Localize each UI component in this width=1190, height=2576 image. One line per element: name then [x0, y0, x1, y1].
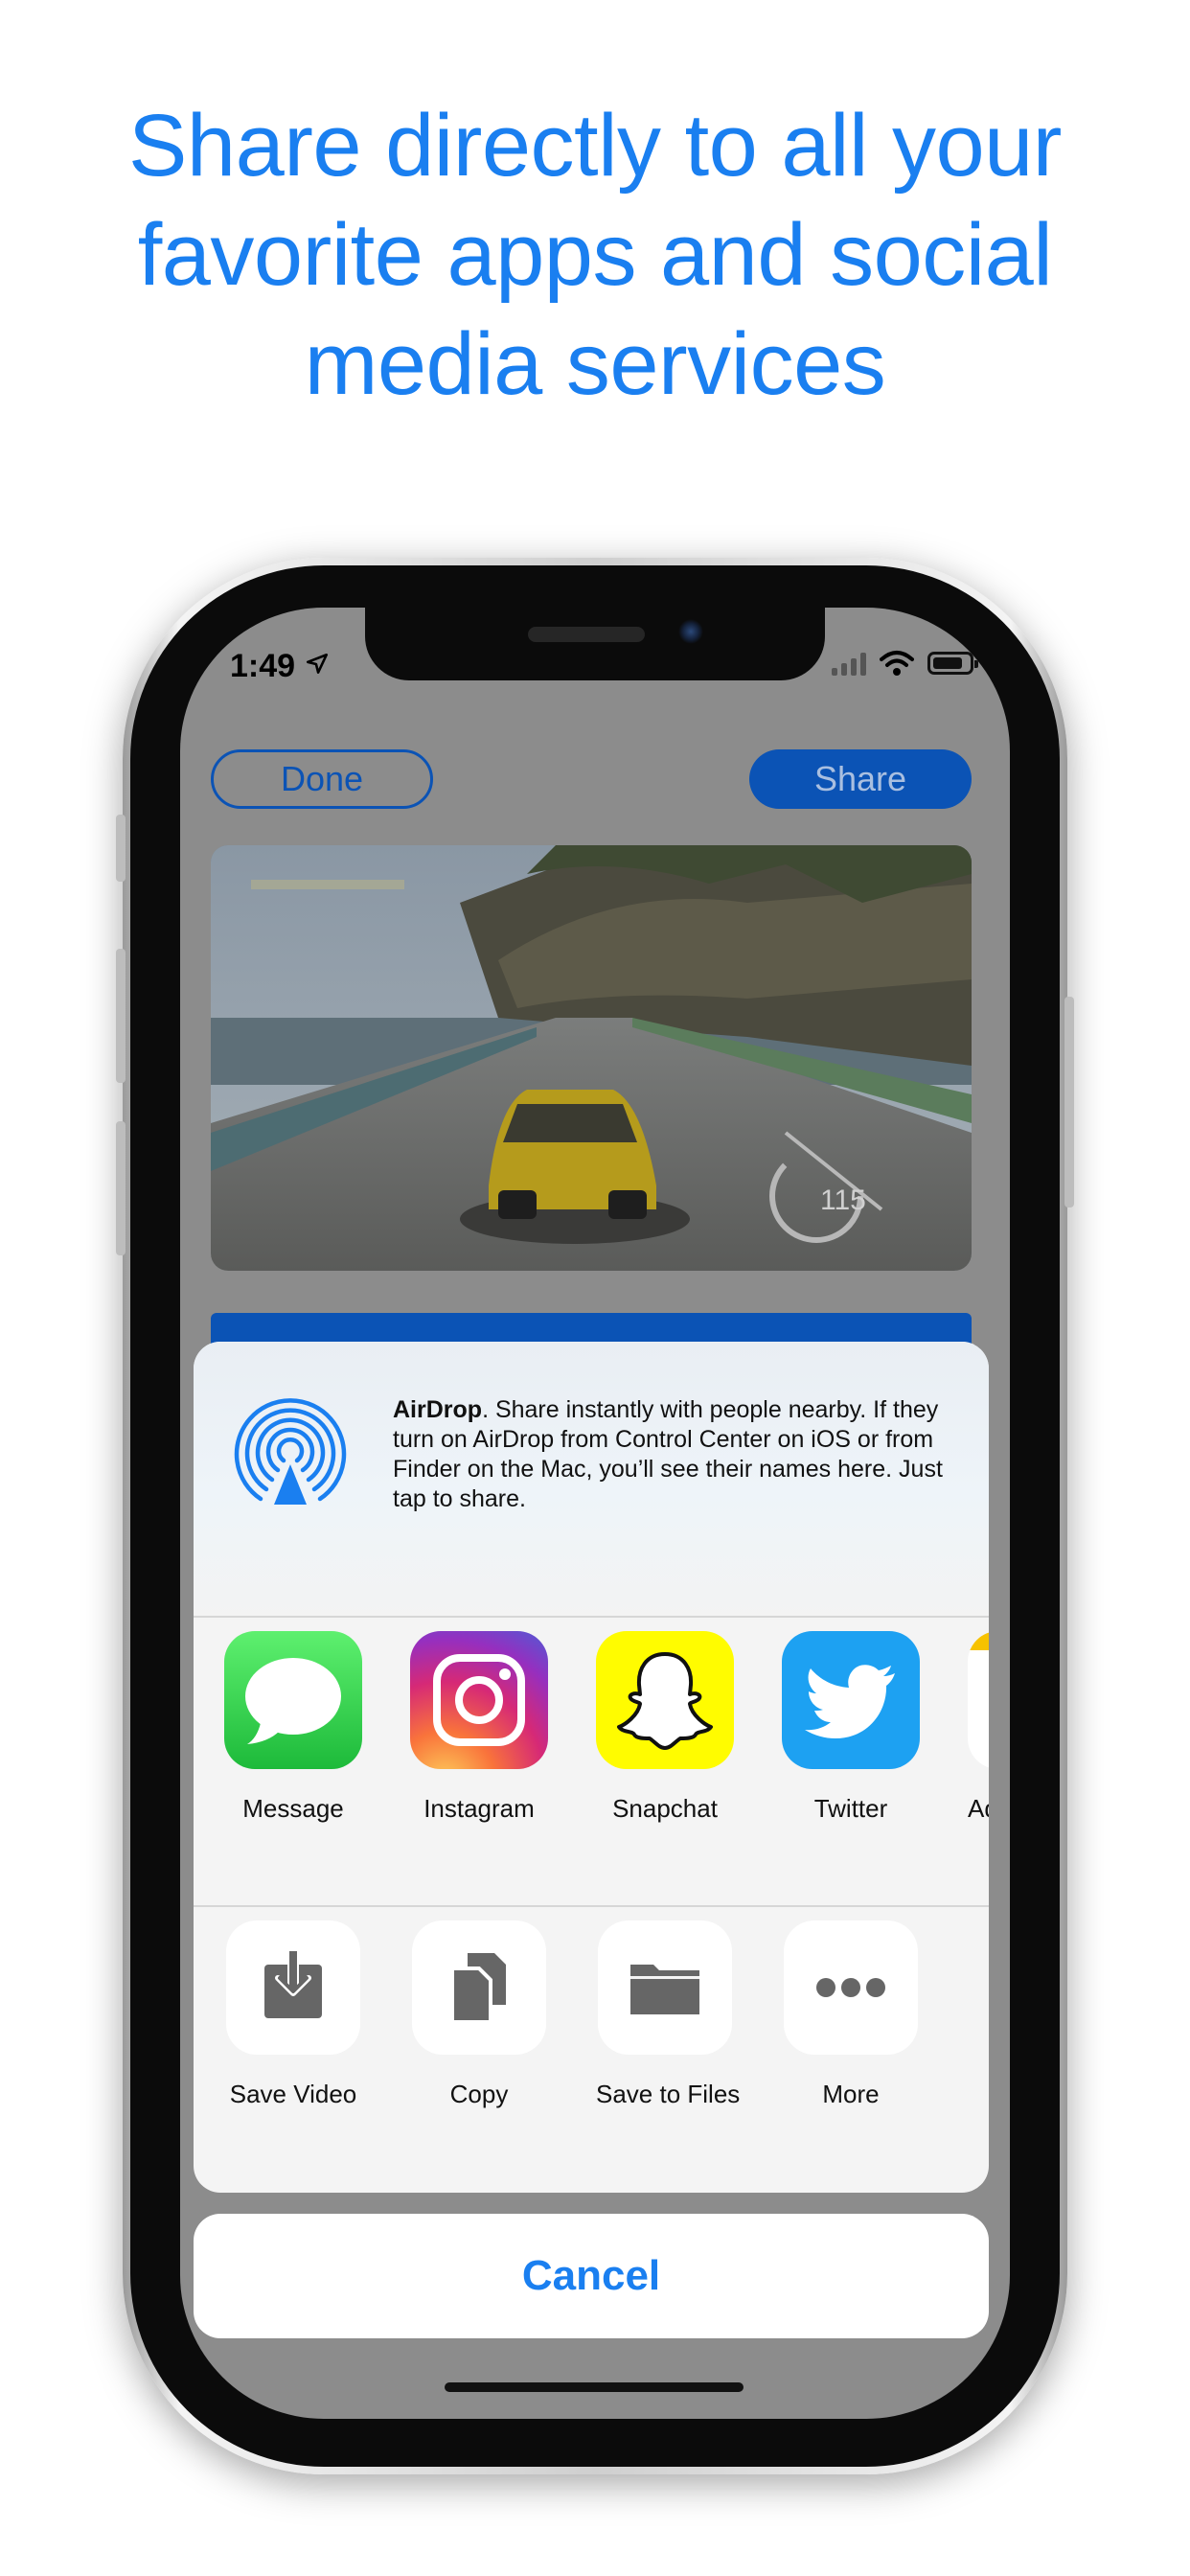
- cancel-label: Cancel: [521, 2252, 661, 2299]
- notes-icon: [968, 1631, 989, 1769]
- divider: [194, 1616, 989, 1618]
- mute-switch: [116, 815, 126, 882]
- headline-line-3: media services: [304, 315, 886, 413]
- action-label: Save Video: [229, 2080, 357, 2108]
- share-app-instagram[interactable]: Instagram: [410, 1631, 548, 1824]
- airdrop-section[interactable]: AirDrop. Share instantly with people nea…: [194, 1342, 989, 1618]
- headline: Share directly to all your favorite apps…: [0, 91, 1190, 419]
- wifi-icon: [880, 651, 914, 676]
- divider: [194, 1905, 989, 1907]
- cellular-signal-icon: [832, 651, 866, 676]
- earpiece-speaker: [528, 627, 645, 642]
- power-button: [1064, 997, 1074, 1208]
- share-app-label: Instagram: [423, 1794, 535, 1823]
- twitter-icon: [782, 1631, 920, 1769]
- location-arrow-icon: [306, 653, 329, 674]
- svg-text:115: 115: [820, 1184, 866, 1216]
- front-camera: [678, 619, 703, 644]
- share-app-label: Ad: [968, 1794, 989, 1823]
- more-icon: [784, 1920, 918, 2055]
- action-label: Copy: [449, 2080, 509, 2108]
- action-label: Save to Files: [596, 2080, 741, 2108]
- racing-game-image: 115: [211, 845, 972, 1271]
- headline-line-2: favorite apps and social: [137, 206, 1053, 304]
- status-time: 1:49: [230, 648, 296, 684]
- action-save-to-files[interactable]: Save to Files: [596, 1920, 741, 2109]
- share-app-notes[interactable]: Ad: [968, 1631, 989, 1824]
- airdrop-title: AirDrop: [393, 1396, 483, 1423]
- action-save-video[interactable]: Save Video: [224, 1920, 362, 2109]
- save-video-icon: [226, 1920, 360, 2055]
- share-apps-row: Message Instagram Snapchat Twitter A: [194, 1631, 989, 1869]
- headline-line-1: Share directly to all your: [128, 97, 1062, 195]
- home-indicator[interactable]: [445, 2382, 744, 2392]
- status-indicators: [832, 650, 978, 677]
- share-app-twitter[interactable]: Twitter: [782, 1631, 920, 1824]
- volume-up-button: [116, 949, 126, 1083]
- share-app-snapchat[interactable]: Snapchat: [596, 1631, 734, 1824]
- done-button[interactable]: Done: [211, 749, 433, 809]
- phone-screen: 1:49 Done Share 115 AirDrop. Share insta…: [180, 608, 1010, 2419]
- action-label: More: [822, 2080, 880, 2108]
- snapchat-icon: [596, 1631, 734, 1769]
- folder-icon: [598, 1920, 732, 2055]
- share-app-label: Message: [242, 1794, 344, 1823]
- share-button[interactable]: Share: [749, 749, 972, 809]
- share-app-label: Twitter: [813, 1794, 888, 1823]
- airdrop-icon: [234, 1398, 347, 1505]
- share-app-message[interactable]: Message: [224, 1631, 362, 1824]
- action-copy[interactable]: Copy: [410, 1920, 548, 2109]
- cancel-button[interactable]: Cancel: [194, 2214, 989, 2338]
- battery-icon: [927, 652, 978, 675]
- share-actions-row: Save Video Copy Save to Files More: [194, 1920, 989, 2158]
- messages-icon: [224, 1631, 362, 1769]
- action-more[interactable]: More: [782, 1920, 920, 2109]
- share-sheet: AirDrop. Share instantly with people nea…: [194, 1342, 989, 2193]
- copy-icon: [412, 1920, 546, 2055]
- notch: [365, 608, 825, 680]
- share-app-label: Snapchat: [612, 1794, 718, 1823]
- airdrop-description: AirDrop. Share instantly with people nea…: [393, 1395, 968, 1514]
- instagram-icon: [410, 1631, 548, 1769]
- video-thumbnail[interactable]: 115: [211, 845, 972, 1271]
- volume-down-button: [116, 1121, 126, 1255]
